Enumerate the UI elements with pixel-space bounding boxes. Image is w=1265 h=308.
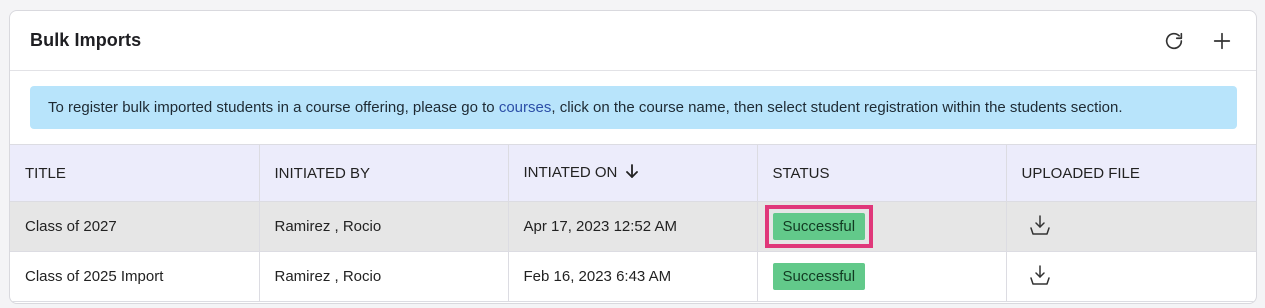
info-alert: To register bulk imported students in a … [30,86,1237,129]
column-header-status[interactable]: STATUS [757,144,1007,202]
courses-link[interactable]: courses [499,99,552,116]
status-badge: Successful [772,213,866,240]
cell-uploaded-file [1006,252,1256,302]
bulk-imports-card: Bulk Imports To register bulk imported s… [9,10,1257,304]
column-header-uploaded-file[interactable]: UPLOADED FILE [1006,144,1256,202]
cell-initiated-on: Feb 16, 2023 6:43 AM [508,251,758,302]
cell-uploaded-file [1006,202,1256,252]
cell-status: Successful [757,201,1007,252]
cell-title: Class of 2027 [10,201,260,252]
card-header: Bulk Imports [10,11,1256,71]
page-title: Bulk Imports [30,30,142,50]
cell-initiated-on: Apr 17, 2023 12:52 AM [508,201,758,252]
download-icon[interactable] [1028,213,1052,241]
status-highlight: Successful [764,205,874,248]
column-header-initiated-on[interactable]: INTIATED ON [508,144,758,202]
cell-initiated-by: Ramirez , Rocio [259,251,509,302]
alert-text-after: , click on the course name, then select … [551,99,1123,116]
header-actions [1160,27,1236,55]
download-icon[interactable] [1028,263,1052,291]
cell-initiated-by: Ramirez , Rocio [259,201,509,252]
table-header-row: TITLE INITIATED BY INTIATED ON STATUS UP… [10,144,1256,202]
column-header-initiated-by[interactable]: INITIATED BY [259,144,509,202]
status-badge: Successful [772,263,866,290]
alert-text-before: To register bulk imported students in a … [48,99,499,116]
cell-status: Successful [757,251,1007,302]
imports-table: TITLE INITIATED BY INTIATED ON STATUS UP… [10,144,1256,302]
column-header-title[interactable]: TITLE [10,144,260,202]
table-row[interactable]: Class of 2025 Import Ramirez , Rocio Feb… [10,251,1256,302]
plus-icon[interactable] [1208,27,1236,55]
refresh-icon[interactable] [1160,27,1188,55]
table-row[interactable]: Class of 2027 Ramirez , Rocio Apr 17, 20… [10,201,1256,252]
arrow-down-icon [625,163,639,183]
cell-title: Class of 2025 Import [10,251,260,302]
